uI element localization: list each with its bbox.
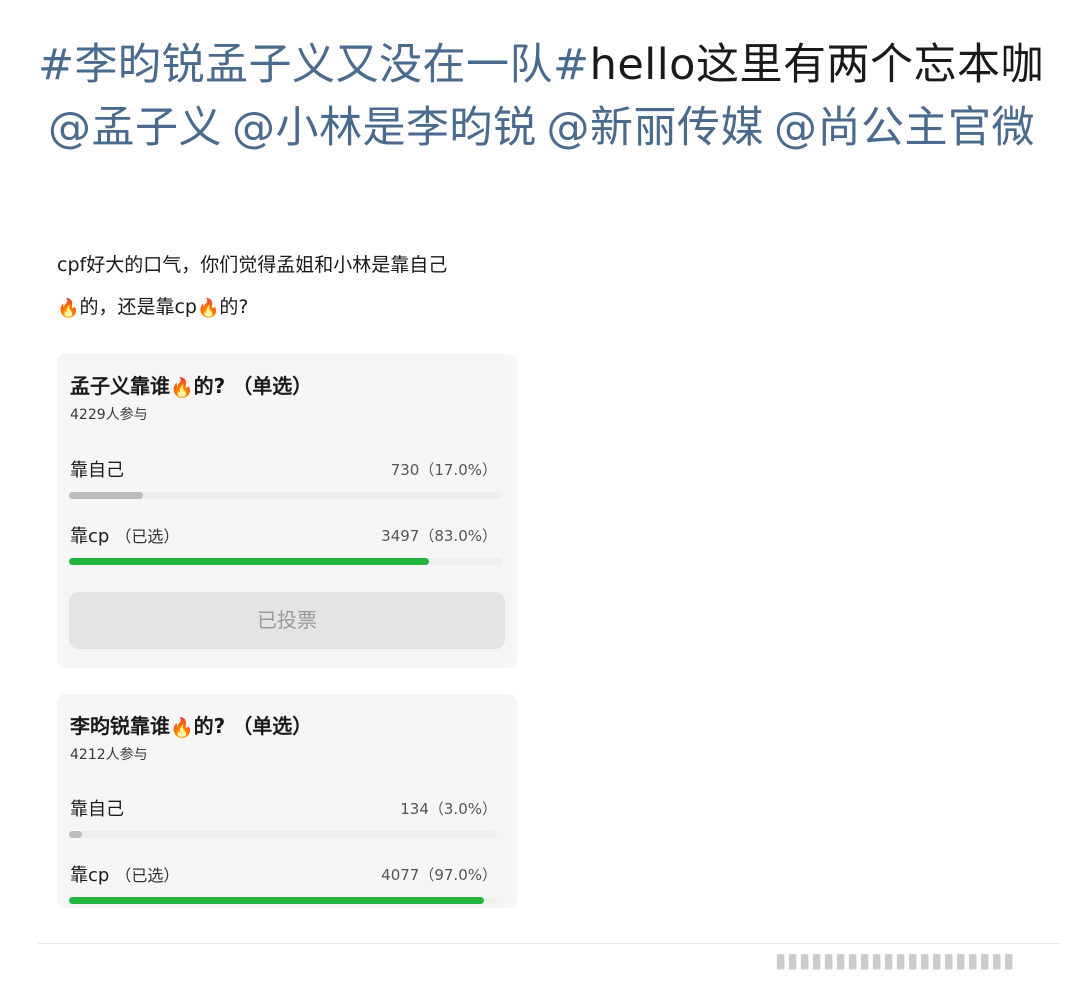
poll-option-bar (69, 492, 143, 499)
poll-option-bar (69, 897, 485, 904)
poll-option-label[interactable]: 靠cp （已选） (70, 522, 179, 548)
poll-participants: 4212人参与 (70, 747, 148, 763)
poll-card: 李昀锐靠谁🔥的? （单选） 4212人参与 靠自己 134（3.0%） 靠cp （… (57, 694, 517, 908)
fire-icon: 🔥 (57, 298, 80, 319)
poll-option-bar-track (69, 897, 497, 904)
poll-card: 孟子义靠谁🔥的? （单选） 4229人参与 靠自己 730（17.0%） 靠cp… (57, 354, 517, 668)
fire-icon: 🔥 (170, 377, 194, 399)
repost-text: cpf好大的口气，你们觉得孟姐和小林是靠自己 🔥的，还是靠cp🔥的? (57, 244, 527, 328)
repost-text-part1: cpf好大的口气，你们觉得孟姐和小林是靠自己 (57, 254, 448, 276)
poll-option-stat: 730（17.0%） (390, 461, 497, 479)
poll-option-label[interactable]: 靠自己 (70, 456, 124, 482)
poll-title-suffix: 的? （单选） (193, 714, 313, 738)
divider (38, 943, 1060, 944)
option-text: 靠cp (70, 526, 110, 547)
poll-title: 李昀锐靠谁🔥的? （单选） (70, 710, 312, 739)
selected-tag: （已选） (115, 527, 180, 546)
voted-button[interactable]: 已投票 (69, 592, 505, 649)
mention-shanggongzhu[interactable]: @尚公主官微 (774, 103, 1035, 153)
poll-option-stat: 3497（83.0%） (381, 527, 497, 545)
poll-option-bar (69, 558, 430, 565)
fire-icon: 🔥 (170, 717, 194, 739)
topic-link[interactable]: #李昀锐孟子义又没在一队# (38, 40, 590, 90)
poll-title-suffix: 的? （单选） (193, 374, 313, 398)
poll-option-stat: 134（3.0%） (400, 800, 497, 818)
poll-option-label[interactable]: 靠cp （已选） (70, 861, 179, 887)
poll-option-bar-track (69, 558, 503, 565)
selected-tag: （已选） (115, 866, 180, 885)
post-text: #李昀锐孟子义又没在一队#hello这里有两个忘本咖 @孟子义 @小林是李昀锐 @新丽… (38, 34, 1048, 160)
watermark: ▮▮▮▮▮▮▮▮▮▮▮▮▮▮▮▮▮▮▮▮ (775, 948, 1016, 972)
poll-title-text: 李昀锐靠谁 (70, 714, 170, 738)
fire-icon: 🔥 (196, 298, 220, 319)
mention-xinli-media[interactable]: @新丽传媒 (547, 103, 765, 153)
poll-participants: 4229人参与 (70, 407, 148, 423)
poll-option-stat: 4077（97.0%） (381, 866, 497, 884)
poll-option-bar (69, 831, 82, 838)
option-text: 靠自己 (70, 799, 124, 820)
poll-title-text: 孟子义靠谁 (70, 374, 170, 398)
mention-xiaolin[interactable]: @小林是李昀锐 (232, 103, 537, 153)
repost-text-part2: 的，还是靠cp (79, 296, 197, 318)
option-text: 靠自己 (70, 460, 124, 481)
poll-option-bar-track (69, 831, 497, 838)
post-body-text: hello这里有两个忘本咖 (589, 40, 1044, 90)
repost-text-part3: 的? (219, 296, 249, 318)
mention-mengziyi[interactable]: @孟子义 (48, 103, 222, 153)
poll-option-label[interactable]: 靠自己 (70, 795, 124, 821)
option-text: 靠cp (70, 865, 110, 886)
poll-title: 孟子义靠谁🔥的? （单选） (70, 370, 312, 399)
poll-option-bar-track (69, 492, 503, 499)
